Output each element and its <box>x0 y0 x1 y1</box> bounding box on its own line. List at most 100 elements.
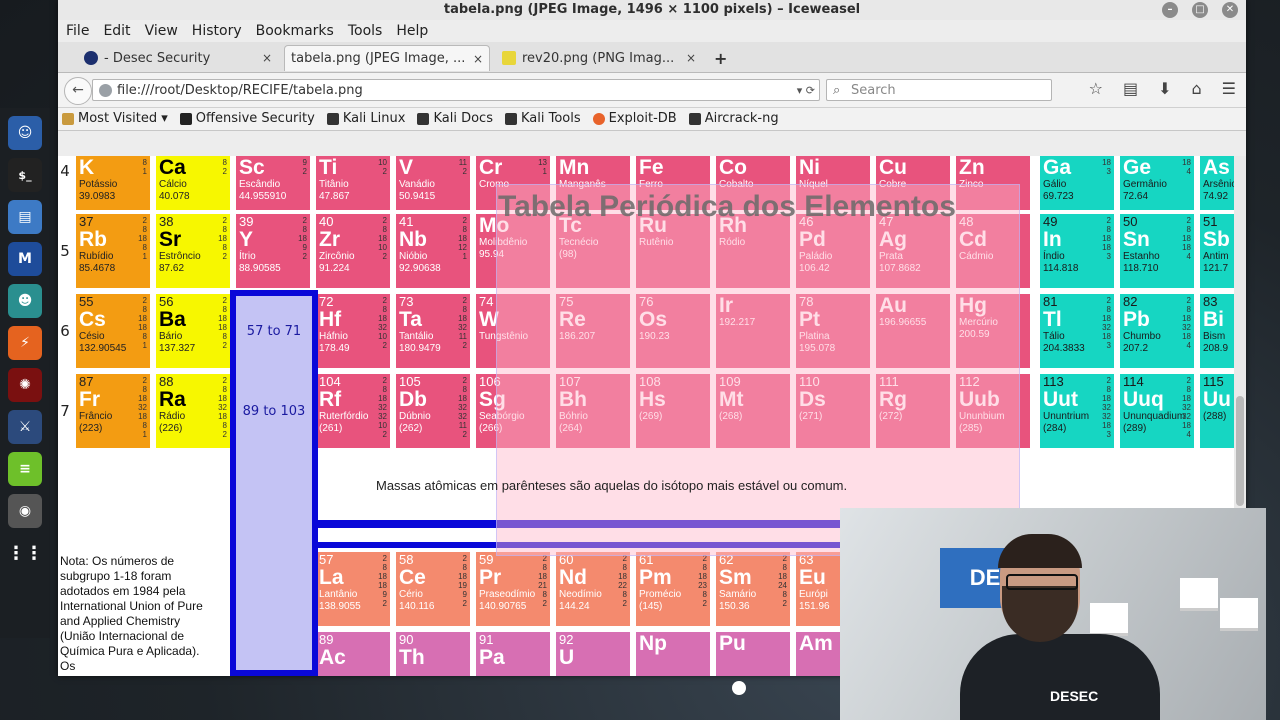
element-sym: Uuq <box>1123 388 1164 411</box>
bookshelf <box>1180 578 1218 611</box>
element-cell: 92 U <box>556 632 630 676</box>
lanthanide-range: 57 to 71 <box>246 324 302 339</box>
element-name: Arsênio <box>1203 179 1234 190</box>
apps-icon[interactable]: ◉ <box>8 494 42 528</box>
new-tab-button[interactable]: + <box>708 45 732 71</box>
reload-icon[interactable]: ▾ ⟳ <box>797 80 815 102</box>
menu-tools[interactable]: Tools <box>348 20 383 42</box>
metasploit-icon[interactable]: M <box>8 242 42 276</box>
bookmark-aircrack-ng[interactable]: Aircrack-ng <box>688 108 779 130</box>
kali-dragon-icon <box>417 113 430 125</box>
back-button[interactable]: ← <box>64 77 92 105</box>
element-mass: (223) <box>79 423 103 434</box>
element-sym: Co <box>719 156 747 179</box>
element-sym: Tl <box>1043 308 1062 331</box>
element-shells: 2 8 18 32 32 18 4 <box>1182 376 1191 439</box>
element-shells: 10 2 <box>378 158 387 176</box>
element-sym: Sn <box>1123 228 1150 251</box>
element-cell: 90 Th <box>396 632 470 676</box>
element-sym: Pr <box>479 566 502 589</box>
tab-label: - Desec Security <box>104 50 211 66</box>
menu-history[interactable]: History <box>192 20 242 42</box>
element-sym: Nd <box>559 566 587 589</box>
element-name: Ítrio <box>239 251 256 262</box>
terminal-icon[interactable]: $_ <box>8 158 42 192</box>
element-sym: La <box>319 566 344 589</box>
element-mass: (284) <box>1043 423 1067 434</box>
element-name: Ruterfórdio <box>319 411 369 422</box>
bookmark-star-icon[interactable]: ☆ <box>1089 79 1103 98</box>
element-sym: Pu <box>719 632 746 655</box>
tab-desec[interactable]: - Desec Security × <box>78 45 278 71</box>
menu-edit[interactable]: Edit <box>103 20 130 42</box>
url-bar[interactable]: file:///root/Desktop/RECIFE/tabela.png ▾… <box>92 79 820 101</box>
bookmark-kali-docs[interactable]: Kali Docs <box>417 108 493 130</box>
search-placeholder: Search <box>851 83 896 98</box>
element-sym: Sc <box>239 156 265 179</box>
menu-bookmarks[interactable]: Bookmarks <box>256 20 334 42</box>
element-name: Tálio <box>1043 331 1065 342</box>
element-sym: Ce <box>399 566 426 589</box>
element-sym: Rf <box>319 388 342 411</box>
element-cell: 87 Fr Frâncio (223) 2 8 18 32 18 8 1 <box>76 374 150 448</box>
element-name: Titânio <box>319 179 349 190</box>
bookmark-kali-tools[interactable]: Kali Tools <box>504 108 581 130</box>
search-input[interactable]: ⌕ Search <box>826 79 1052 101</box>
close-icon[interactable]: ✕ <box>1222 2 1238 18</box>
show-apps-icon[interactable]: ⋮⋮ <box>7 536 43 570</box>
image-favicon-icon <box>502 51 516 65</box>
element-cell: 82 Pb Chumbo 207.2 2 8 18 32 18 4 <box>1120 294 1194 368</box>
menu-view[interactable]: View <box>145 20 178 42</box>
leafpad-icon[interactable]: ≡ <box>8 452 42 486</box>
scroll-thumb[interactable] <box>1236 396 1244 506</box>
bookmark-kali-linux[interactable]: Kali Linux <box>326 108 405 130</box>
element-cell: 91 Pa <box>476 632 550 676</box>
element-cell: 50 Sn Estanho 118.710 2 8 18 18 4 <box>1120 214 1194 288</box>
element-name: Zircônio <box>319 251 355 262</box>
element-shells: 2 8 18 32 32 10 2 <box>378 376 387 439</box>
downloads-icon[interactable]: ⬇ <box>1158 79 1171 98</box>
tab-close-icon[interactable]: × <box>473 52 483 66</box>
bookmark-exploit-db[interactable]: Exploit-DB <box>592 108 677 130</box>
element-shells: 2 8 18 18 9 2 <box>378 554 387 608</box>
armitage-icon[interactable]: ☻ <box>8 284 42 318</box>
element-num: 39 <box>239 214 254 229</box>
bookmark-offensive-security[interactable]: Offensive Security <box>179 108 315 130</box>
element-cell: Sc Escândio 44.955910 9 2 <box>236 156 310 210</box>
menu-file[interactable]: File <box>66 20 89 42</box>
element-shells: 2 8 18 24 8 2 <box>778 554 787 608</box>
element-shells: 2 8 18 32 18 4 <box>1182 296 1191 350</box>
element-shells: 11 2 <box>458 158 467 176</box>
bookmark-most-visited[interactable]: Most Visited ▾ <box>62 108 168 130</box>
element-name: Chumbo <box>1123 331 1161 342</box>
element-shells: 2 8 18 8 2 <box>218 216 227 261</box>
element-mass: 138.9055 <box>319 601 361 612</box>
element-sym: Ra <box>159 388 186 411</box>
period-label: 7 <box>60 402 70 420</box>
desec-app-icon[interactable]: ☺ <box>8 116 42 150</box>
element-sym: In <box>1043 228 1062 251</box>
reading-list-icon[interactable]: ▤ <box>1123 79 1138 98</box>
menu-help[interactable]: Help <box>396 20 428 42</box>
element-num: 51 <box>1203 214 1218 229</box>
home-icon[interactable]: ⌂ <box>1192 79 1202 98</box>
minimize-icon[interactable]: – <box>1162 2 1178 18</box>
element-cell: 49 In Índio 114.818 2 8 18 18 3 <box>1040 214 1114 288</box>
element-sym: Ta <box>399 308 422 331</box>
tab-tabela[interactable]: tabela.png (JPEG Image, ... × <box>284 45 490 71</box>
burp-icon[interactable]: ⚡ <box>8 326 42 360</box>
element-name: Tantálio <box>399 331 434 342</box>
hamburger-menu-icon[interactable]: ☰ <box>1222 79 1236 98</box>
tab-close-icon[interactable]: × <box>262 51 272 65</box>
element-name: Rádio <box>159 411 186 422</box>
beef-icon[interactable]: ✺ <box>8 368 42 402</box>
kali-dragon-icon <box>504 113 517 125</box>
element-cell: 60 Nd Neodímio 144.24 2 8 18 22 8 2 <box>556 552 630 626</box>
tab-rev20[interactable]: rev20.png (PNG Imag... × <box>496 45 702 71</box>
element-sym: Pa <box>479 646 505 669</box>
files-icon[interactable]: ▤ <box>8 200 42 234</box>
faraday-icon[interactable]: ⚔ <box>8 410 42 444</box>
element-shells: 13 1 <box>538 158 547 176</box>
tab-close-icon[interactable]: × <box>686 51 696 65</box>
maximize-icon[interactable]: □ <box>1192 2 1208 18</box>
